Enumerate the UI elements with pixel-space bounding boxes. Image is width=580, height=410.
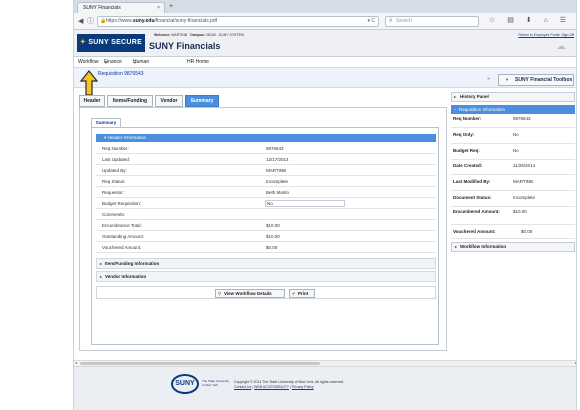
info-row: Req Only: No	[451, 132, 575, 144]
info-row: Document Status: Incomplete	[451, 195, 575, 207]
web-accessibility-link[interactable]: WEB ACCESSIBILITY	[254, 385, 289, 389]
suny-secure-logo[interactable]: ✦ SUNY SECURE	[77, 34, 145, 52]
scrollbar-thumb[interactable]	[80, 362, 320, 365]
info-row: Vouchered Amount: $0.00	[451, 229, 575, 239]
right-panel: ▸ History Panel − Requisition Information …	[451, 92, 575, 254]
requisition-bar: Requisition 9876543 » ▼ SUNY Financial T…	[74, 67, 576, 88]
annotation-arrow-icon	[80, 70, 98, 96]
summary-row: Vouchered Amount: $0.00	[96, 242, 436, 253]
header-information-section[interactable]: ▾ Header Information	[96, 134, 436, 142]
lock-icon: 🔒	[100, 18, 107, 24]
footer: SUNY The State University of New York Co…	[74, 366, 576, 410]
search-placeholder: Search	[396, 18, 412, 24]
info-row: Date Created: 11/26/2014	[451, 163, 575, 175]
requisition-tabs: Header Items/Funding Vendor Summary	[79, 95, 449, 107]
suny-logo: SUNY	[171, 374, 199, 394]
tab-summary[interactable]: Summary	[185, 95, 219, 107]
url-path: /financial/suny-financials.pdf	[154, 18, 218, 24]
summary-row: Requestor: Beth Martin	[96, 187, 436, 198]
summary-row: Encumbrance Total: $10.00	[96, 220, 436, 231]
summary-row: Budget Requisition: No	[96, 198, 436, 209]
menu-hr-home[interactable]: HR Home	[187, 58, 209, 67]
return-portal-link[interactable]: Return to Employee Portal	[518, 33, 559, 37]
suny-tagline: The State University of New York	[202, 379, 230, 387]
expand-icon: ▸	[455, 244, 458, 249]
history-panel-toggle[interactable]: ▸ History Panel	[451, 92, 575, 102]
address-bar[interactable]: 🔒 https://www.suny.edu/financial/suny-fi…	[97, 16, 379, 27]
vendor-information-section[interactable]: ▸ Vendor Information	[96, 271, 436, 282]
reload-icon[interactable]: ▾ C	[367, 17, 375, 26]
summary-row: Req Status: Incomplete	[96, 176, 436, 187]
browser-toolbar: ◀ ⓘ 🔒 https://www.suny.edu/financial/sun…	[74, 13, 576, 30]
welcome-info: Welcome: MARTINB Campus: 28180 - SUNY SY…	[154, 33, 244, 38]
chevron-down-icon: ▼	[505, 77, 509, 82]
cloud-icon: ☁	[556, 41, 566, 51]
check-icon: ✔	[292, 291, 296, 296]
tab-vendor[interactable]: Vendor	[155, 95, 183, 107]
app-header: ✦ SUNY SECURE Welcome: MARTINB Campus: 2…	[74, 30, 576, 57]
requisition-info-header[interactable]: − Requisition Information	[451, 105, 575, 114]
url-prefix: https://www.	[106, 18, 133, 24]
sign-off-link[interactable]: Sign Off	[561, 33, 574, 37]
info-row: Budget Req: No	[451, 148, 575, 160]
tab-header[interactable]: Header	[79, 95, 105, 107]
summary-row: Updated By: MARTINB	[96, 165, 436, 176]
toolbar-icons[interactable]: ☆ ▤ ⬇ ⌂ ☰	[489, 16, 571, 26]
info-icon[interactable]: ⓘ	[87, 17, 94, 26]
item-funding-section[interactable]: ▸ Item/Funding Information	[96, 258, 436, 269]
collapse-icon: −	[454, 107, 457, 112]
print-button[interactable]: ✔ Print	[289, 289, 315, 298]
search-icon: ⚲	[389, 18, 393, 24]
info-row: Encumbered Amount: $10.00	[451, 209, 575, 225]
workflow-information-toggle[interactable]: ▸ Workflow Information	[451, 242, 575, 252]
requisition-title: Requisition 9876543	[98, 71, 144, 77]
search-input[interactable]: ⚲ Search	[385, 16, 479, 27]
campus-value: 28180 - SUNY SYSTEM	[206, 33, 244, 37]
search-icon: ⚲	[218, 291, 222, 296]
browser-tab[interactable]: SUNY Financials ×	[77, 2, 165, 13]
app-name: SUNY Financials	[149, 41, 221, 51]
contact-us-link[interactable]: Contact Us	[234, 385, 251, 389]
copyright-block: Copyright © 2014 The State University of…	[234, 380, 345, 389]
menu-workflow[interactable]: Workflow	[78, 58, 98, 67]
welcome-user: MARTINB	[171, 33, 188, 37]
browser-window: SUNY Financials × + ◀ ⓘ 🔒 https://www.su…	[73, 0, 577, 410]
browser-tab-title: SUNY Financials	[83, 5, 121, 11]
url-domain: suny.edu	[132, 18, 155, 24]
back-icon[interactable]: ◀	[78, 17, 83, 26]
expand-icon: ▸	[454, 94, 457, 99]
main-menu: Workflow Finance ▼ Human Resources ▼ HR …	[78, 58, 209, 74]
summary-row: Last Updated: 12/17/2014	[96, 154, 436, 165]
campus-label: Campus:	[190, 33, 206, 37]
financial-toolbox-button[interactable]: ▼ SUNY Financial Toolbox	[498, 74, 574, 86]
summary-actions: ⚲ View Workflow Details ✔ Print	[96, 286, 436, 299]
toolbox-label: SUNY Financial Toolbox	[515, 77, 573, 83]
info-row: Req Number: 9876543	[451, 116, 575, 128]
summary-panel: Summary ▾ Header Information Req Number:…	[79, 107, 447, 351]
browser-tab-bar: SUNY Financials × +	[74, 0, 576, 13]
chevron-right-icon[interactable]: »	[487, 76, 490, 82]
summary-row: Outstanding Amount: $10.00	[96, 231, 436, 242]
privacy-policy-link[interactable]: Privacy Policy	[292, 385, 314, 389]
chevron-right-icon: ▸	[100, 261, 103, 266]
summary-row: Req Number: 9876543	[96, 143, 436, 154]
star-icon: ✦	[79, 39, 87, 46]
welcome-label: Welcome:	[154, 33, 171, 37]
budget-requisition-field: No	[265, 200, 345, 207]
header-links: Return to Employee Portal Sign Off	[518, 33, 574, 38]
summary-box: ▾ Header Information Req Number: 9876543 …	[91, 127, 439, 345]
view-workflow-button[interactable]: ⚲ View Workflow Details	[215, 289, 285, 298]
tab-items-funding[interactable]: Items/Funding	[107, 95, 153, 107]
summary-row: Comments:	[96, 209, 436, 220]
info-row: Last Modified By: MARTINB	[451, 179, 575, 191]
new-tab-button[interactable]: +	[169, 2, 173, 12]
chevron-right-icon: ▸	[100, 274, 103, 279]
chevron-down-icon: ▼	[133, 60, 137, 65]
chevron-down-icon: ▼	[104, 60, 108, 65]
close-tab-icon[interactable]: ×	[157, 3, 160, 13]
